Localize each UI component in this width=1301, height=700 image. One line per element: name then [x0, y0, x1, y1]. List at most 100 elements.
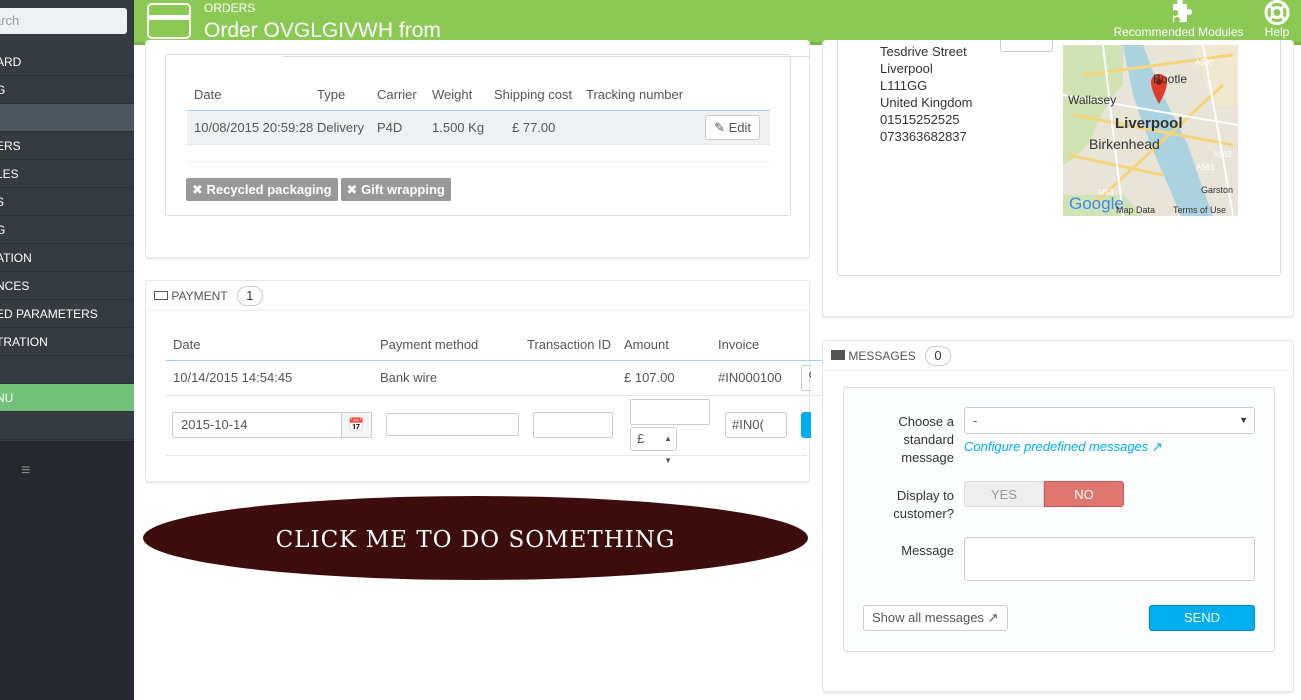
- help-button[interactable]: Help: [1258, 0, 1296, 39]
- click-me-label: CLICK ME TO DO SOMETHING: [275, 527, 676, 553]
- toggle-yes[interactable]: YES: [964, 481, 1044, 507]
- tag-label: Gift wrapping: [361, 182, 445, 197]
- currency-value: £: [637, 431, 645, 446]
- map-terms-link[interactable]: Terms of Use: [1173, 205, 1226, 215]
- map-label: Birkenhead: [1089, 136, 1160, 152]
- sidebar-menu: ARD G ERS LES S G ATION NCES ED PARAMETE…: [0, 48, 134, 440]
- cross-icon: ✖: [192, 182, 203, 197]
- map-label: A562: [1213, 150, 1232, 159]
- message-label: Message: [901, 543, 954, 558]
- shipping-cost: £ 77.00: [512, 119, 556, 135]
- menu-collapse-icon[interactable]: ≡: [21, 463, 37, 479]
- view-invoice-button[interactable]: ⚲: [801, 365, 811, 391]
- sidebar-search-input[interactable]: arch: [0, 8, 127, 34]
- envelope-icon: [831, 350, 845, 360]
- calendar-icon: 📅: [348, 417, 365, 432]
- select-value: -: [973, 413, 978, 428]
- table-row: 10/14/2015 14:54:45 Bank wire £ 107.00 #…: [166, 360, 826, 395]
- recommended-modules-button[interactable]: Recommended Modules: [1110, 0, 1247, 39]
- standard-message-select[interactable]: - ▼: [964, 407, 1255, 434]
- column-header: Transaction ID: [527, 337, 612, 353]
- sidebar-item-customers[interactable]: ERS: [0, 132, 134, 160]
- address-line: United Kingdom: [880, 95, 973, 110]
- column-header: Tracking number: [586, 86, 684, 102]
- sidebar-item-orders[interactable]: [0, 104, 134, 132]
- tab-strip: [283, 45, 810, 57]
- messages-count-badge: 0: [925, 346, 952, 366]
- edit-label: Edit: [728, 119, 751, 135]
- messages-title: MESSAGES: [848, 349, 916, 363]
- payment-method-input[interactable]: [386, 413, 519, 436]
- currency-select[interactable]: £ ▲ ▼: [630, 427, 677, 465]
- recommended-modules-label: Recommended Modules: [1113, 25, 1244, 39]
- column-header: Date: [173, 337, 201, 353]
- credit-card-icon: [147, 3, 191, 39]
- sidebar-item-price-rules[interactable]: LES: [0, 160, 134, 188]
- address-map[interactable]: Bootle Wallasey Liverpool Birkenhead A58…: [1063, 45, 1238, 216]
- sidebar-item-administration[interactable]: TRATION: [0, 328, 134, 356]
- shipping-carrier: P4D: [377, 119, 403, 135]
- sidebar-item-modules[interactable]: S: [0, 188, 134, 216]
- shipping-options: ✖ Recycled packaging ✖ Gift wrapping: [186, 178, 454, 201]
- shipping-type: Delivery: [317, 119, 364, 135]
- recycled-packaging-tag: ✖ Recycled packaging: [186, 178, 338, 201]
- display-to-customer-toggle[interactable]: YES NO: [964, 481, 1124, 507]
- shipping-date: 10/08/2015 20:59:28: [194, 119, 314, 135]
- divider: [186, 161, 769, 162]
- address-phone: 01515252525: [880, 112, 960, 127]
- money-icon: [154, 291, 168, 300]
- amount-input[interactable]: [630, 399, 710, 425]
- payment-amount: £ 107.00: [624, 370, 675, 385]
- transaction-id-input[interactable]: [533, 412, 613, 438]
- sidebar-item-extra[interactable]: [0, 412, 134, 440]
- sidebar-item-localization[interactable]: ATION: [0, 244, 134, 272]
- column-header: Date: [194, 86, 222, 102]
- breadcrumb[interactable]: ORDERS: [204, 1, 255, 15]
- table-row: 10/08/2015 20:59:28 Delivery P4D 1.500 K…: [187, 110, 770, 144]
- map-data-link[interactable]: Map Data: [1116, 205, 1155, 215]
- sidebar-item-catalog[interactable]: G: [0, 76, 134, 104]
- cross-icon: ✖: [346, 182, 358, 197]
- column-header: Carrier: [377, 86, 417, 102]
- payment-title: PAYMENT: [171, 289, 228, 303]
- sidebar-item-stats[interactable]: [0, 356, 134, 384]
- map-label: A580: [1195, 58, 1214, 67]
- sidebar-item-advanced-parameters[interactable]: ED PARAMETERS: [0, 300, 134, 328]
- column-header: Shipping cost: [494, 86, 573, 102]
- column-header: Payment method: [380, 337, 479, 353]
- map-label: A561: [1196, 163, 1215, 172]
- map-label: Bootle: [1153, 72, 1187, 86]
- sidebar-footer: [0, 441, 134, 700]
- edit-button[interactable]: ✎ Edit: [705, 114, 760, 140]
- payment-date: 10/14/2015 14:54:45: [173, 370, 293, 385]
- invoice-select[interactable]: #IN0(: [725, 412, 787, 438]
- shipping-table: Date Type Carrier Weight Shipping cost T…: [187, 79, 770, 145]
- sidebar-item-preferences[interactable]: NCES: [0, 272, 134, 300]
- column-header: Invoice: [718, 337, 760, 353]
- show-all-label: Show all messages: [872, 610, 984, 625]
- sidebar-item-menu[interactable]: NU: [0, 384, 134, 412]
- sidebar-item-shipping[interactable]: G: [0, 216, 134, 244]
- configure-messages-link[interactable]: Configure predefined messages ↗: [964, 439, 1163, 455]
- map-label: Garston: [1201, 185, 1233, 195]
- divider: [166, 455, 806, 456]
- message-textarea[interactable]: [964, 537, 1255, 581]
- send-message-button[interactable]: SEND MESSAGE: [1149, 605, 1255, 649]
- click-me-button[interactable]: CLICK ME TO DO SOMETHING: [143, 496, 808, 580]
- edit-address-button[interactable]: [1000, 40, 1053, 52]
- calendar-button[interactable]: 📅: [341, 412, 372, 438]
- toggle-no[interactable]: NO: [1044, 481, 1124, 507]
- message-form: Choose a standard message - ▼ Configure …: [843, 387, 1275, 652]
- show-all-messages-button[interactable]: Show all messages ↗: [863, 605, 1008, 631]
- add-payment-button[interactable]: [801, 412, 811, 438]
- shipping-inner-panel: Date Type Carrier Weight Shipping cost T…: [165, 54, 791, 216]
- sidebar-item-dashboard[interactable]: ARD: [0, 48, 134, 76]
- gift-wrapping-tag: ✖ Gift wrapping: [340, 178, 451, 201]
- address-line: Liverpool: [880, 61, 933, 76]
- column-header: Weight: [432, 86, 473, 102]
- payment-heading: PAYMENT 1: [146, 281, 809, 311]
- payment-method: Bank wire: [380, 370, 438, 385]
- messages-heading: MESSAGES 0: [823, 341, 1293, 371]
- shipping-weight: 1.500 Kg: [432, 119, 485, 135]
- help-label: Help: [1264, 25, 1290, 39]
